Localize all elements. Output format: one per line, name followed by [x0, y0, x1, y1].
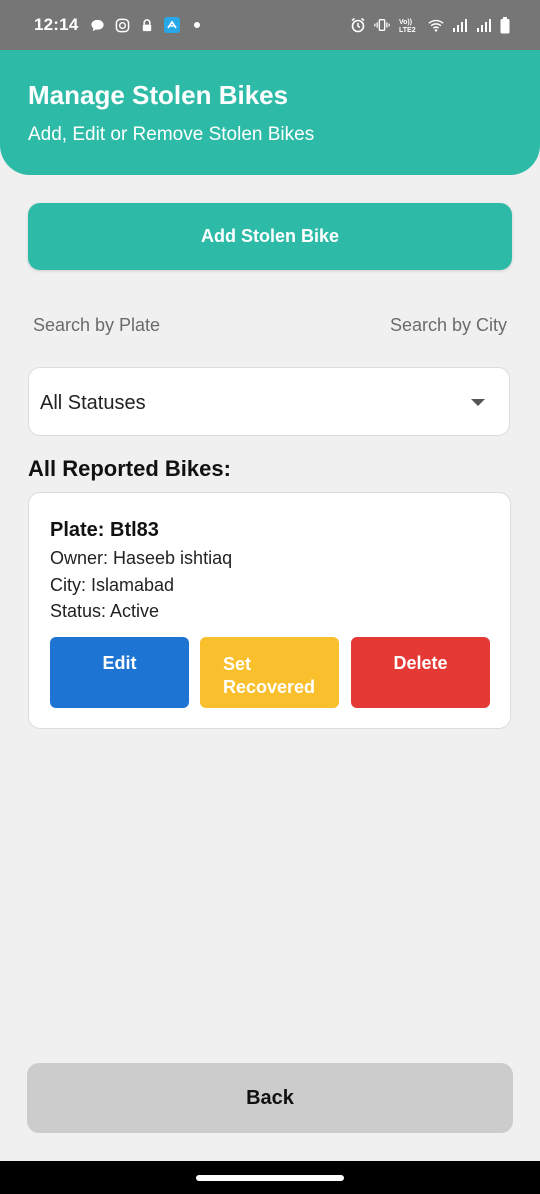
- vibrate-icon: [374, 17, 390, 33]
- battery-icon: [500, 16, 510, 33]
- more-notifications-dot-icon: [189, 17, 205, 33]
- page-title: Manage Stolen Bikes: [28, 80, 289, 110]
- bike-plate: Plate: Btl83: [50, 519, 159, 541]
- edit-bike-button[interactable]: Edit: [50, 637, 189, 708]
- svg-text:LTE2: LTE2: [399, 27, 416, 33]
- signal-strength-2-icon: [476, 17, 492, 33]
- bike-city: City: Islamabad: [50, 575, 175, 595]
- home-gesture-handle[interactable]: [196, 1175, 344, 1181]
- lock-icon: [139, 17, 155, 33]
- set-recovered-button[interactable]: Set Recovered: [200, 637, 339, 708]
- dropdown-arrow-icon: [471, 399, 485, 406]
- volte-icon: Vo)) LTE2: [398, 17, 420, 33]
- chat-bubble-icon: [89, 17, 105, 33]
- signal-strength-icon: [452, 17, 468, 33]
- status-bar: 12:14 Vo)) LTE2: [0, 0, 540, 50]
- reported-bikes-heading: All Reported Bikes:: [28, 456, 231, 481]
- bike-card: Plate: Btl83 Owner: Haseeb ishtiaq City:…: [28, 492, 511, 729]
- system-navigation-bar: [0, 1161, 540, 1194]
- status-time: 12:14: [34, 15, 79, 34]
- status-filter-value: All Statuses: [40, 392, 146, 414]
- search-by-city-input[interactable]: [280, 305, 507, 345]
- delete-bike-button[interactable]: Delete: [351, 637, 490, 708]
- search-by-plate-input[interactable]: [33, 305, 253, 345]
- svg-text:Vo)): Vo)): [399, 19, 412, 26]
- app-notification-icon: [114, 17, 130, 33]
- app-header: Manage Stolen Bikes Add, Edit or Remove …: [0, 50, 540, 175]
- back-button[interactable]: Back: [27, 1063, 513, 1133]
- page-subtitle: Add, Edit or Remove Stolen Bikes: [28, 124, 315, 145]
- status-left: 12:14: [34, 0, 205, 50]
- add-stolen-bike-button[interactable]: Add Stolen Bike: [28, 203, 512, 270]
- bike-owner: Owner: Haseeb ishtiaq: [50, 548, 233, 568]
- messenger-app-icon: [164, 17, 181, 33]
- alarm-icon: [350, 17, 366, 33]
- status-right: Vo)) LTE2: [350, 0, 510, 50]
- status-filter-dropdown[interactable]: All Statuses: [28, 367, 510, 436]
- bike-status: Status: Active: [50, 601, 160, 621]
- wifi-icon: [428, 17, 444, 33]
